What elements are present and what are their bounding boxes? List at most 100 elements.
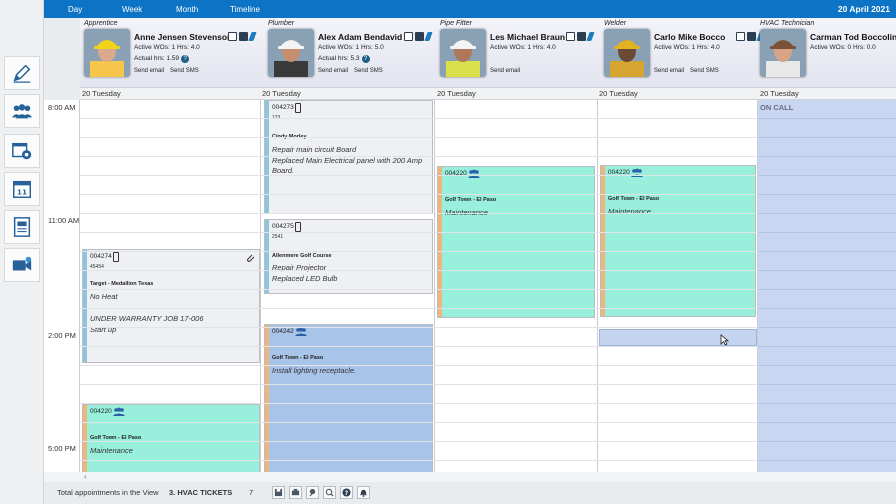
video-button[interactable] — [4, 248, 40, 282]
print-icon — [291, 488, 300, 496]
tab-month[interactable]: Month — [176, 5, 198, 14]
technicians-button[interactable] — [4, 94, 40, 128]
document-icon[interactable] — [404, 32, 413, 41]
send-email-link[interactable]: Send email — [134, 68, 164, 74]
hour-line — [435, 251, 598, 252]
horizontal-scrollbar[interactable]: ‹ — [44, 472, 896, 482]
technician-name[interactable]: Alex Adam Bendavid — [318, 32, 402, 42]
technician-links: Send email Send SMS — [318, 68, 389, 74]
technician-actual-hours: Actual hrs: 1.59? — [134, 55, 190, 63]
appointment-status-bar — [265, 220, 269, 293]
send-email-link[interactable]: Send email — [654, 68, 684, 74]
help-icon: ? — [342, 488, 351, 497]
appointment-card[interactable]: 004220Golf Town - El PasoMaintenance — [437, 166, 595, 318]
appointment-card[interactable]: 004275 2541 Allenmere Golf Course Repair Pr… — [264, 219, 433, 294]
hour-line — [435, 118, 598, 119]
hour-line — [80, 365, 261, 366]
technician-links: Send email Send SMS — [654, 68, 725, 74]
technician-card[interactable]: Apprentice Anne Jensen Stevenson Active W… — [80, 18, 264, 88]
day-header-row: 20 Tuesday 20 Tuesday 20 Tuesday 20 Tues… — [80, 88, 896, 100]
appointment-card[interactable]: 004220Golf Town - El PasoMaintenance — [600, 165, 756, 317]
hour-line — [261, 308, 435, 309]
technician-card[interactable]: Pipe Fitter Les Michael Braun Active WOs:… — [436, 18, 600, 88]
send-email-link[interactable]: Send email — [490, 68, 520, 74]
technician-name[interactable]: Carman Tod Boccolini — [810, 32, 896, 42]
day-header: 20 Tuesday — [599, 89, 638, 98]
ticket-filter[interactable]: 3. HVAC TICKETS — [169, 488, 232, 497]
selected-slot[interactable] — [599, 329, 757, 346]
pin-footer-button[interactable] — [306, 486, 319, 499]
pin-icon[interactable] — [586, 32, 595, 41]
hour-line — [80, 137, 261, 138]
scroll-left-icon[interactable]: ‹ — [84, 472, 87, 481]
hour-line — [80, 441, 261, 442]
appointment-description: Install lighting receptacle. — [272, 366, 357, 375]
technician-name[interactable]: Carlo Mike Bocco — [654, 32, 725, 42]
hour-line — [435, 175, 598, 176]
send-sms-link[interactable]: Send SMS — [690, 68, 719, 74]
hour-line — [598, 346, 758, 347]
document-icon[interactable] — [736, 32, 745, 41]
attachment-icon[interactable] — [245, 253, 255, 263]
day-header: 20 Tuesday — [437, 89, 476, 98]
hour-line — [758, 232, 896, 233]
hour-line — [598, 194, 758, 195]
hour-line — [598, 441, 758, 442]
hour-line — [758, 137, 896, 138]
document-icon[interactable] — [566, 32, 575, 41]
hour-line — [758, 327, 896, 328]
hour-line — [435, 289, 598, 290]
send-email-link[interactable]: Send email — [318, 68, 348, 74]
actual-hours-text: Actual hrs: 1.59 — [134, 55, 180, 62]
hour-line — [261, 460, 435, 461]
hour-line — [261, 270, 435, 271]
help-footer-button[interactable]: ? — [340, 486, 353, 499]
zoom-footer-button[interactable] — [323, 486, 336, 499]
technician-card[interactable]: Welder Carlo Mike Bocco Active WOs: 1 Hrs… — [600, 18, 765, 88]
schedule-settings-button[interactable] — [4, 134, 40, 168]
report-button[interactable] — [4, 210, 40, 244]
technician-card[interactable]: Plumber Alex Adam Bendavid Active WOs: 1 … — [264, 18, 436, 88]
dollar-icon[interactable] — [415, 32, 424, 41]
technician-card[interactable]: HVAC Technician Carman Tod Boccolini Acti… — [756, 18, 896, 88]
help-icon[interactable]: ? — [181, 55, 190, 63]
tab-week[interactable]: Week — [122, 5, 142, 14]
hour-line — [598, 156, 758, 157]
hour-line — [80, 460, 261, 461]
hour-line — [80, 327, 261, 328]
pin-icon[interactable] — [248, 32, 257, 41]
print-footer-button[interactable] — [289, 486, 302, 499]
dollar-icon[interactable] — [239, 32, 248, 41]
technician-links: Send email Send SMS — [134, 68, 205, 74]
hour-line — [80, 403, 261, 404]
pin-icon[interactable] — [424, 32, 433, 41]
hour-line — [435, 441, 598, 442]
save-footer-button[interactable] — [272, 486, 285, 499]
appointment-card[interactable]: 004220Golf Town - El PasoMaintenance — [82, 404, 260, 472]
dollar-icon[interactable] — [577, 32, 586, 41]
dollar-icon[interactable] — [747, 32, 756, 41]
technician-name[interactable]: Les Michael Braun — [490, 32, 565, 42]
day-header: 20 Tuesday — [82, 89, 121, 98]
hour-line — [598, 365, 758, 366]
calendar-button[interactable]: 11 — [4, 172, 40, 206]
help-icon[interactable]: ? — [361, 55, 370, 63]
document-icon[interactable] — [228, 32, 237, 41]
phone-icon — [113, 252, 119, 262]
hour-line — [80, 213, 261, 214]
tab-day[interactable]: Day — [68, 5, 82, 14]
technician-role: Pipe Fitter — [440, 20, 472, 27]
send-sms-link[interactable]: Send SMS — [354, 68, 383, 74]
send-sms-link[interactable]: Send SMS — [170, 68, 199, 74]
calendar-icon: 11 — [13, 180, 31, 198]
svg-text:11: 11 — [17, 188, 27, 197]
appointment-status-bar — [83, 405, 87, 472]
hour-line — [598, 460, 758, 461]
hour-line — [261, 346, 435, 347]
notification-footer-button[interactable] — [357, 486, 370, 499]
tab-timeline[interactable]: Timeline — [230, 5, 260, 14]
phone-icon — [295, 103, 301, 113]
edit-button[interactable] — [4, 56, 40, 90]
technician-name[interactable]: Anne Jensen Stevenson — [134, 32, 232, 42]
hour-line — [598, 384, 758, 385]
